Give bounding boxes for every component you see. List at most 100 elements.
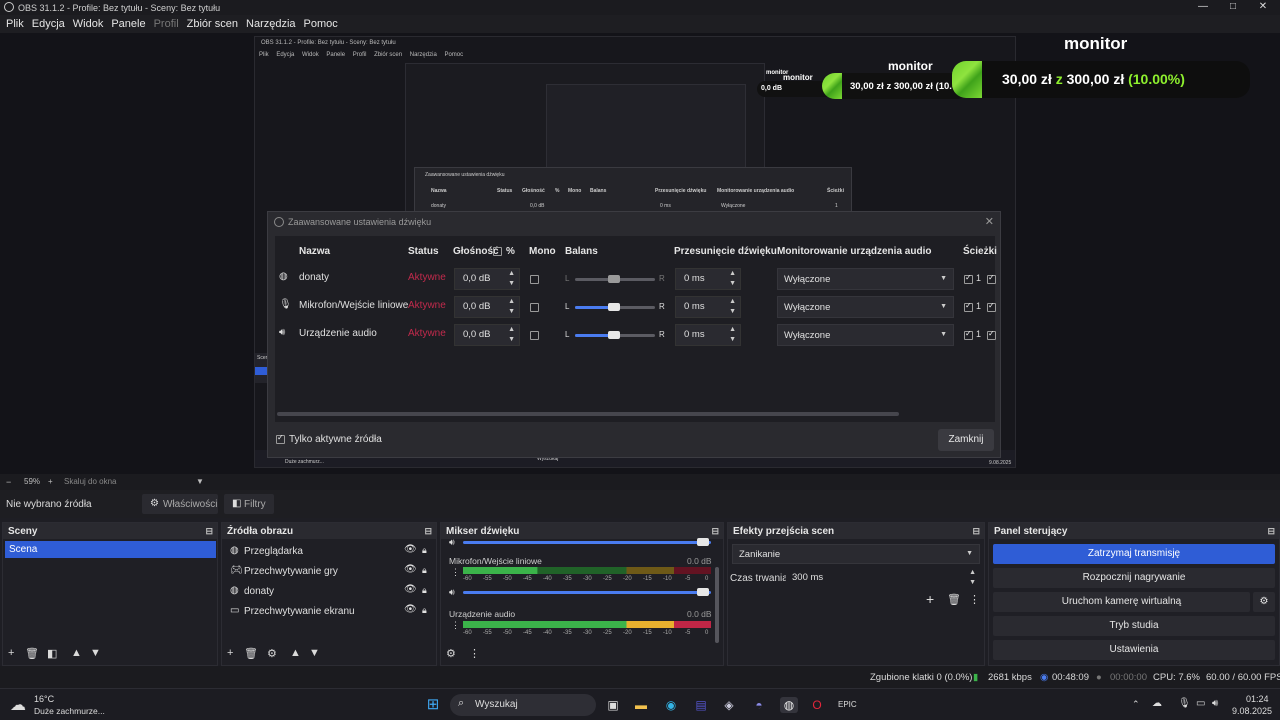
discord-icon[interactable]: ◓ <box>750 697 768 713</box>
mixer-scrollbar[interactable] <box>715 567 719 643</box>
cloud-sync-icon[interactable]: ☁ <box>1152 698 1162 709</box>
move-down-icon[interactable]: ▼ <box>309 647 320 659</box>
weather-cloud-icon[interactable]: ☁ <box>10 695 26 715</box>
source-item[interactable]: ◍ Przeglądarka 👁︎ 🔒︎ <box>228 543 438 561</box>
mono-checkbox[interactable] <box>530 275 539 284</box>
maximize-button[interactable]: □ <box>1218 0 1248 15</box>
monitoring-dropdown[interactable]: Wyłączone ▼ <box>777 296 954 318</box>
menu-scene-collection[interactable]: Zbiór scen <box>187 18 238 30</box>
add-icon[interactable]: + <box>926 591 934 607</box>
settings-button[interactable]: Ustawienia <box>993 640 1275 660</box>
more-options-icon[interactable]: ⋮ <box>469 647 480 660</box>
lock-icon[interactable]: 🔒︎ <box>422 545 427 556</box>
clock-time[interactable]: 01:24 <box>1246 694 1269 704</box>
menu-profile[interactable]: Profil <box>154 18 179 30</box>
menu-help[interactable]: Pomoc <box>304 18 338 30</box>
dock-float-icon[interactable]: ⊟ <box>1267 526 1275 537</box>
zoom-in-icon[interactable]: + <box>48 477 53 486</box>
zoom-dropdown-icon[interactable]: ▼ <box>196 477 204 486</box>
obs-taskbar-icon[interactable]: ◍ <box>780 697 798 713</box>
edge-icon[interactable]: ◉ <box>662 697 680 713</box>
volume-fader-knob[interactable] <box>697 538 709 546</box>
move-down-icon[interactable]: ▼ <box>90 647 101 659</box>
monitoring-dropdown[interactable]: Wyłączone ▼ <box>777 324 954 346</box>
scene-item[interactable]: Scena <box>5 541 216 558</box>
start-virtual-camera-button[interactable]: Uruchom kamerę wirtualną <box>993 592 1250 612</box>
track-checkbox[interactable] <box>964 273 973 284</box>
volume-spinbox[interactable]: 0,0 dB ▲ ▼ <box>454 268 520 290</box>
eye-icon[interactable]: 👁︎ <box>404 544 417 555</box>
start-recording-button[interactable]: Rozpocznij nagrywanie <box>993 568 1275 588</box>
file-explorer-icon[interactable]: ▬ <box>632 697 650 713</box>
more-options-icon[interactable]: ⋮ <box>969 593 980 606</box>
track-checkbox[interactable] <box>964 301 973 312</box>
trash-icon[interactable]: 🗑︎ <box>947 593 961 606</box>
horizontal-scrollbar[interactable] <box>277 412 899 416</box>
dock-float-icon[interactable]: ⊟ <box>711 526 719 537</box>
zoom-fit[interactable]: Skaluj do okna <box>64 477 116 486</box>
volume-fader[interactable] <box>463 541 711 544</box>
steam-icon[interactable]: ◈ <box>720 697 738 713</box>
mono-checkbox[interactable] <box>530 331 539 340</box>
clock-date[interactable]: 9.08.2025 <box>1232 706 1272 716</box>
studio-mode-button[interactable]: Tryb studia <box>993 616 1275 636</box>
spin-arrows-icon[interactable]: ▲ ▼ <box>508 325 515 345</box>
opera-icon[interactable]: O <box>808 697 826 713</box>
offset-spinbox[interactable]: 0 ms ▲ ▼ <box>675 324 741 346</box>
dock-float-icon[interactable]: ⊟ <box>972 526 980 537</box>
source-item[interactable]: 🎮︎ Przechwytywanie gry 👁︎ 🔒︎ <box>228 563 438 581</box>
track-checkbox-2[interactable] <box>987 273 996 284</box>
spin-arrows-icon[interactable]: ▲ ▼ <box>729 297 736 317</box>
track-checkbox-2[interactable] <box>987 329 996 340</box>
spin-arrows-icon[interactable]: ▲ ▼ <box>508 297 515 317</box>
eye-icon[interactable]: 👁︎ <box>404 564 417 575</box>
menu-docks[interactable]: Panele <box>111 18 145 30</box>
move-up-icon[interactable]: ▲ <box>71 647 82 659</box>
spin-arrows-icon[interactable]: ▲ ▼ <box>508 269 515 289</box>
spin-arrows-icon[interactable]: ▲ ▼ <box>729 269 736 289</box>
balance-slider-knob[interactable] <box>608 303 620 311</box>
track-checkbox[interactable] <box>964 329 973 340</box>
offset-spinbox[interactable]: 0 ms ▲ ▼ <box>675 296 741 318</box>
menu-file[interactable]: Plik <box>6 18 24 30</box>
spin-arrows-icon[interactable]: ▲ ▼ <box>729 325 736 345</box>
filter-icon[interactable]: ◧ <box>47 647 57 660</box>
network-icon[interactable]: ▭ <box>1196 698 1205 709</box>
eye-icon[interactable]: 👁︎ <box>404 584 417 595</box>
add-icon[interactable]: + <box>8 647 14 659</box>
transition-dropdown[interactable]: Zanikanie ▼ <box>732 544 980 564</box>
minimize-button[interactable]: — <box>1188 0 1218 15</box>
gear-icon[interactable]: ⚙ <box>267 647 277 660</box>
move-up-icon[interactable]: ▲ <box>290 647 301 659</box>
chevron-up-icon[interactable]: ⌃ <box>1132 699 1140 710</box>
lock-icon[interactable]: 🔒︎ <box>422 605 427 616</box>
dialog-close-icon[interactable]: ✕ <box>985 215 994 228</box>
monitoring-dropdown[interactable]: Wyłączone ▼ <box>777 268 954 290</box>
trash-icon[interactable]: 🗑︎ <box>244 647 258 660</box>
menu-edit[interactable]: Edycja <box>32 18 65 30</box>
epic-games-icon[interactable]: EPIC <box>838 697 857 713</box>
volume-percent-checkbox[interactable] <box>493 247 502 256</box>
only-active-checkbox[interactable] <box>276 433 285 444</box>
volume-spinbox[interactable]: 0,0 dB ▲ ▼ <box>454 296 520 318</box>
lock-icon[interactable]: 🔒︎ <box>422 565 427 576</box>
zoom-out-icon[interactable]: − <box>6 477 11 487</box>
volume-icon[interactable]: 🔊︎ <box>1212 698 1218 709</box>
lock-icon[interactable]: 🔒︎ <box>422 585 427 596</box>
trash-icon[interactable]: 🗑︎ <box>25 647 39 660</box>
speaker-icon[interactable]: 🔊︎ <box>449 587 455 598</box>
filters-button[interactable]: ◧ Filtry <box>224 494 274 514</box>
close-dialog-button[interactable]: Zamknij <box>938 429 994 451</box>
track-checkbox-2[interactable] <box>987 301 996 312</box>
more-options-icon[interactable]: ⋮ <box>451 567 460 578</box>
source-item[interactable]: ▭ Przechwytywanie ekranu 👁︎ 🔒︎ <box>228 603 438 621</box>
microphone-icon[interactable]: 🎙︎ <box>1178 698 1191 709</box>
mixer-settings-icon[interactable]: ⚙ <box>446 647 456 660</box>
properties-button[interactable]: ⚙ Właściwości <box>142 494 218 514</box>
balance-slider-knob[interactable] <box>608 331 620 339</box>
menu-tools[interactable]: Narzędzia <box>246 18 296 30</box>
volume-fader-knob[interactable] <box>697 588 709 596</box>
volume-fader[interactable] <box>463 591 711 594</box>
close-button[interactable]: ✕ <box>1248 0 1278 15</box>
dock-float-icon[interactable]: ⊟ <box>424 526 432 537</box>
